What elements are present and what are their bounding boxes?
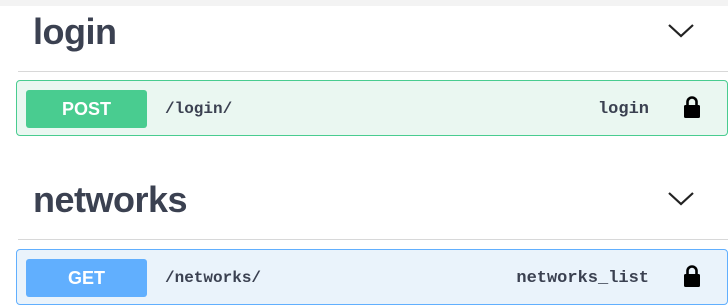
operation-get-networks[interactable]: GET /networks/ networks_list bbox=[16, 249, 728, 305]
top-strip bbox=[0, 0, 728, 6]
section-header-networks[interactable]: networks bbox=[18, 179, 728, 240]
section-title: networks bbox=[33, 179, 188, 220]
operation-path: /login/ bbox=[165, 100, 233, 118]
lock-icon[interactable] bbox=[683, 264, 701, 288]
lock-icon[interactable] bbox=[683, 95, 701, 119]
chevron-down-icon[interactable] bbox=[666, 189, 696, 209]
section-title: login bbox=[33, 11, 117, 52]
section-header-login[interactable]: login bbox=[18, 11, 728, 72]
chevron-down-icon[interactable] bbox=[666, 21, 696, 41]
operation-id: login bbox=[597, 100, 649, 119]
operation-path: /networks/ bbox=[165, 269, 262, 287]
operation-id: networks_list bbox=[516, 269, 649, 288]
method-badge: POST bbox=[26, 90, 147, 128]
operation-post-login[interactable]: POST /login/ login bbox=[16, 80, 728, 136]
method-badge: GET bbox=[26, 259, 147, 297]
